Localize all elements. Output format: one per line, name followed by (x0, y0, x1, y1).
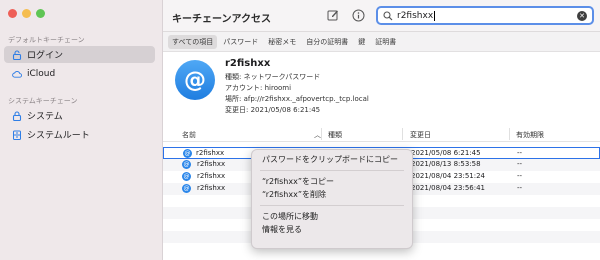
toolbar: キーチェーンアクセス r2fishxx ✕ (163, 0, 600, 32)
info-icon (352, 9, 364, 21)
search-icon (383, 10, 393, 20)
row-expires: -- (517, 172, 523, 180)
app-title: キーチェーンアクセス (172, 14, 271, 25)
tab-passwords[interactable]: パスワード (219, 35, 262, 49)
row-name: r2fishxx (197, 184, 226, 192)
menu-separator (260, 170, 404, 171)
sidebar-item-label: システム (27, 112, 63, 122)
detail-name: r2fishxx (225, 58, 271, 69)
sidebar-item-label: iCloud (27, 68, 56, 79)
sidebar: デフォルトキーチェーン ログイン iCloud システムキーチェーン システム … (0, 0, 163, 260)
sidebar-item-system-roots[interactable]: システムルート (4, 126, 155, 143)
column-header-modified[interactable]: 変更日 (410, 130, 431, 140)
context-menu: パスワードをクリップボードにコピー “r2fishxx”をコピー “r2fish… (251, 149, 413, 249)
row-modified: 2021/05/08 6:21:45 (411, 149, 481, 157)
network-password-icon: @ (182, 172, 191, 181)
detail-kind: 種類: ネットワークパスワード (225, 73, 321, 81)
tab-my-certificates[interactable]: 自分の証明書 (302, 35, 352, 49)
network-password-icon: @ (183, 149, 192, 158)
tab-secure-notes[interactable]: 秘密メモ (264, 35, 300, 49)
lock-open-icon (12, 49, 22, 60)
menu-item-move-location[interactable]: この場所に移動 (252, 210, 412, 223)
column-header-name[interactable]: 名前 (182, 130, 196, 140)
compose-button[interactable] (326, 8, 340, 22)
compose-icon (327, 10, 338, 21)
detail-modified: 変更日: 2021/05/08 6:21:45 (225, 106, 321, 114)
row-expires: -- (517, 184, 523, 192)
search-field[interactable]: r2fishxx ✕ (376, 6, 594, 25)
network-password-icon: @ (182, 184, 191, 193)
tab-certificates[interactable]: 証明書 (371, 35, 400, 49)
clear-search-icon[interactable]: ✕ (577, 11, 587, 21)
close-window-button[interactable] (8, 9, 17, 18)
tab-all-items[interactable]: すべての項目 (168, 34, 218, 49)
row-name: r2fishxx (196, 149, 225, 157)
menu-separator (260, 205, 404, 206)
lock-icon (12, 110, 22, 121)
sidebar-section-system: システムキーチェーン (8, 97, 78, 105)
menu-item-copy-item[interactable]: “r2fishxx”をコピー (252, 175, 412, 188)
sidebar-item-label: ログイン (27, 51, 64, 61)
detail-account: アカウント: hiroomi (225, 84, 292, 92)
table-header: 名前 ︿ 種類 変更日 有効期限 (163, 128, 600, 142)
menu-item-delete-item[interactable]: “r2fishxx”を削除 (252, 188, 412, 201)
column-header-expires[interactable]: 有効期限 (516, 130, 544, 140)
sidebar-item-label: システムルート (27, 131, 90, 141)
column-divider[interactable] (402, 128, 403, 140)
row-modified: 2021/08/13 8:53:58 (411, 160, 481, 168)
zoom-window-button[interactable] (36, 9, 45, 18)
row-name: r2fishxx (197, 160, 226, 168)
sidebar-item-system[interactable]: システム (4, 107, 155, 124)
network-password-icon: @ (182, 160, 191, 169)
detail-location: 場所: afp://r2fishxx._afpovertcp._tcp.loca… (225, 95, 369, 103)
column-divider[interactable] (321, 128, 322, 140)
network-password-icon: @ (175, 60, 215, 100)
minimize-window-button[interactable] (22, 9, 31, 18)
tab-keys[interactable]: 鍵 (354, 35, 369, 49)
search-input[interactable]: r2fishxx (397, 10, 436, 21)
cabinet-icon (12, 130, 22, 140)
category-filter-bar: すべての項目 パスワード 秘密メモ 自分の証明書 鍵 証明書 (163, 32, 600, 52)
row-name: r2fishxx (197, 172, 226, 180)
info-button[interactable] (351, 8, 365, 22)
menu-item-copy-password[interactable]: パスワードをクリップボードにコピー (252, 153, 412, 166)
menu-item-show-info[interactable]: 情報を見る (252, 223, 412, 236)
column-header-kind[interactable]: 種類 (328, 130, 342, 140)
sidebar-item-icloud[interactable]: iCloud (4, 65, 155, 82)
row-modified: 2021/08/04 23:56:41 (411, 184, 486, 192)
row-expires: -- (517, 160, 523, 168)
window-controls (8, 9, 45, 18)
row-modified: 2021/08/04 23:51:24 (411, 172, 486, 180)
sort-ascending-icon[interactable]: ︿ (314, 130, 321, 140)
cloud-icon (12, 69, 22, 79)
item-details-panel: @ r2fishxx 種類: ネットワークパスワード アカウント: hiroom… (163, 52, 600, 122)
sidebar-section-default: デフォルトキーチェーン (8, 36, 85, 44)
sidebar-item-login[interactable]: ログイン (4, 46, 155, 63)
row-expires: -- (517, 149, 523, 157)
column-divider[interactable] (509, 128, 510, 140)
